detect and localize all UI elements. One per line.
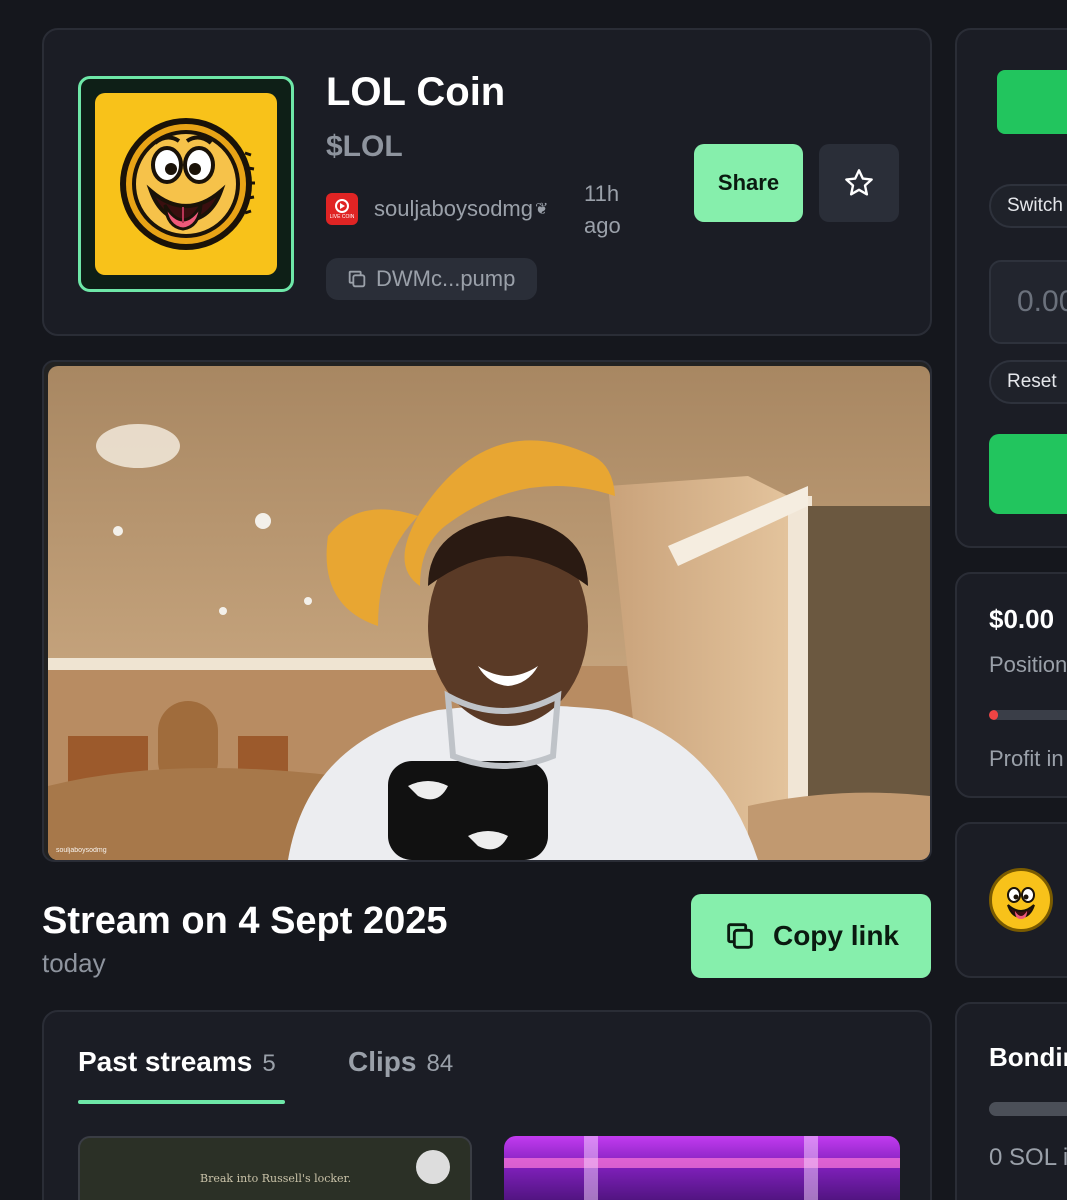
favorite-button[interactable] — [819, 144, 899, 222]
copy-link-button[interactable]: Copy link — [691, 894, 931, 978]
position-value: $0.00 — [989, 604, 1055, 634]
amount-input[interactable]: 0.00 — [989, 260, 1067, 344]
star-icon — [845, 169, 873, 196]
stream-thumbnail[interactable]: Break into Russell's locker. — [78, 1136, 472, 1200]
page: LOL Coin $LOL LIVE COIN souljaboysodmg ❦… — [0, 0, 1067, 1200]
clips-count: 84 — [426, 1050, 454, 1077]
token-ticker: $LOL — [326, 130, 403, 163]
sprout-icon: ❦ — [534, 201, 549, 218]
past-streams-count: 5 — [262, 1050, 276, 1077]
share-button[interactable]: Share — [694, 144, 803, 222]
video-frame[interactable]: souljaboysodmg — [48, 366, 930, 860]
live-coin-badge: LIVE COIN — [326, 193, 358, 225]
contract-address-copy[interactable]: DWMc...pump — [326, 258, 538, 300]
bonding-curve-card: Bonding 0 SOL i — [955, 1002, 1067, 1200]
token-age: 11h ago — [584, 181, 621, 238]
video-still — [48, 366, 930, 860]
creator-link[interactable]: souljaboysodmg — [374, 196, 533, 222]
position-progress-fill — [989, 710, 998, 720]
copy-icon — [348, 270, 366, 288]
position-card: $0.00 Position Profit in — [955, 572, 1067, 798]
token-image — [95, 93, 277, 275]
stream-video-player[interactable]: souljaboysodmg — [42, 360, 932, 862]
trade-panel: Switch 0.00 Reset — [955, 28, 1067, 548]
place-trade-button[interactable] — [989, 434, 1067, 514]
switch-button[interactable]: Switch — [989, 184, 1067, 228]
contract-address: DWMc...pump — [376, 266, 516, 291]
token-mini-card — [955, 822, 1067, 978]
thumbnail-caption: Break into Russell's locker. — [200, 1172, 352, 1185]
position-progress-bar — [989, 710, 1067, 720]
stream-title: Stream on 4 Sept 2025 — [42, 900, 448, 942]
creator-row: LIVE COIN souljaboysodmg ❦ — [326, 192, 548, 226]
position-label: Position — [989, 652, 1067, 677]
buy-toggle-button[interactable] — [997, 70, 1067, 134]
bonding-sol-amount: 0 SOL i — [989, 1144, 1067, 1171]
token-avatar[interactable] — [989, 868, 1053, 932]
laughing-coin-icon — [120, 118, 255, 250]
profit-label: Profit in — [989, 746, 1064, 771]
copy-link-label: Copy link — [772, 920, 899, 951]
copy-icon — [727, 923, 753, 949]
thumbnail-badge-icon — [416, 1150, 450, 1184]
token-image-frame — [78, 76, 294, 292]
reset-button[interactable]: Reset — [989, 360, 1067, 404]
token-name: LOL Coin — [326, 70, 506, 114]
stream-date-relative: today — [42, 948, 106, 978]
token-header-card: LOL Coin $LOL LIVE COIN souljaboysodmg ❦… — [42, 28, 932, 336]
bonding-progress-bar — [989, 1102, 1067, 1116]
play-icon — [335, 198, 349, 213]
active-tab-indicator — [78, 1100, 285, 1104]
tab-clips[interactable]: Clips 84 — [348, 1046, 453, 1078]
stream-thumbnail[interactable] — [504, 1136, 900, 1200]
streams-clips-card: Past streams 5 Clips 84 Break into Russe… — [42, 1010, 932, 1200]
tab-past-streams[interactable]: Past streams 5 — [78, 1046, 276, 1078]
laughing-coin-icon — [1007, 887, 1035, 919]
video-overlay-handle: souljaboysodmg — [56, 847, 107, 854]
bonding-title: Bonding — [989, 1042, 1067, 1072]
